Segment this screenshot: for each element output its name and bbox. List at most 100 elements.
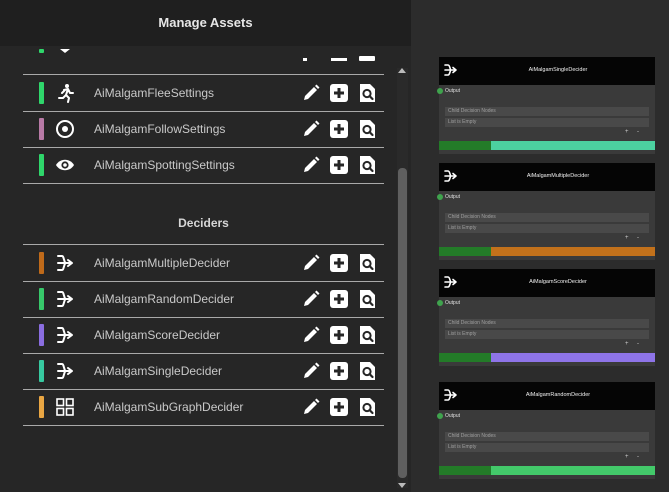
- list-remove-button[interactable]: -: [637, 129, 639, 135]
- scroll-up-arrow-icon[interactable]: [398, 68, 406, 73]
- output-port[interactable]: [437, 413, 443, 419]
- add-icon[interactable]: [329, 325, 349, 345]
- find-asset-icon[interactable]: [357, 119, 377, 139]
- node-stripe-left: [439, 466, 491, 475]
- edit-icon[interactable]: [301, 119, 321, 139]
- add-icon[interactable]: [329, 58, 349, 61]
- list-item[interactable]: AiMalgamSubGraphDecider: [23, 389, 384, 425]
- field-label: Child Decision Nodes: [448, 320, 496, 326]
- row-actions: [301, 83, 381, 103]
- node-title: AiMalgamMultipleDecider: [526, 173, 590, 179]
- find-asset-icon[interactable]: [357, 289, 377, 309]
- asset-name-label: AiMalgamRandomDecider: [94, 292, 235, 306]
- add-icon[interactable]: [329, 253, 349, 273]
- field-value: List is Empty: [448, 444, 477, 450]
- find-asset-icon[interactable]: [357, 325, 377, 345]
- add-icon[interactable]: [329, 397, 349, 417]
- graph-node[interactable]: AiMalgamSingleDecider Output Child Decisio…: [437, 57, 655, 154]
- graph-preview-panel[interactable]: AiMalgamSingleDecider Output Child Decisio…: [411, 0, 669, 492]
- graph-node[interactable]: AiMalgamScoreDecider Output Child Decision…: [437, 269, 655, 366]
- edit-icon[interactable]: [301, 253, 321, 273]
- add-icon[interactable]: [329, 83, 349, 103]
- row-actions: [301, 253, 381, 273]
- list-remove-button[interactable]: -: [637, 454, 639, 460]
- eye-icon: [56, 159, 74, 171]
- target-circle-icon: [56, 120, 74, 138]
- type-color-bar: [39, 118, 44, 140]
- node-title: AiMalgamRandomDecider: [525, 392, 591, 398]
- list-remove-button[interactable]: -: [637, 341, 639, 347]
- decision-split-icon: [57, 291, 73, 307]
- manage-assets-panel: Manage Assets AiMalgamFleeSettings AiMalg…: [0, 0, 411, 492]
- node-type-stripe: [491, 353, 655, 362]
- list-item[interactable]: AiMalgamFollowSettings: [23, 111, 384, 147]
- asset-name-label: AiMalgamSpottingSettings: [94, 158, 235, 172]
- edit-icon[interactable]: [301, 325, 321, 345]
- edit-icon[interactable]: [301, 155, 321, 175]
- running-person-icon: [58, 84, 74, 103]
- node-type-stripe: [491, 247, 655, 256]
- list-item[interactable]: AiMalgamMultipleDecider: [23, 245, 384, 281]
- row-actions: [301, 397, 381, 417]
- scrollbar-thumb[interactable]: [398, 168, 407, 478]
- node-header[interactable]: AiMalgamScoreDecider: [439, 269, 655, 297]
- list-remove-button[interactable]: -: [637, 235, 639, 241]
- find-asset-icon[interactable]: [357, 253, 377, 273]
- add-icon[interactable]: [329, 289, 349, 309]
- list-add-remove: + -: [621, 341, 647, 348]
- output-port[interactable]: [437, 300, 443, 306]
- list-scrollbar[interactable]: [397, 68, 408, 488]
- list-add-button[interactable]: +: [625, 235, 629, 241]
- field-value: List is Empty: [448, 225, 477, 231]
- row-actions: [301, 119, 381, 139]
- edit-icon[interactable]: [301, 361, 321, 381]
- list-empty-field: List is Empty: [445, 443, 649, 452]
- asset-list[interactable]: AiMalgamFleeSettings AiMalgamFollowSettin…: [0, 46, 396, 492]
- list-add-button[interactable]: +: [625, 454, 629, 460]
- decision-split-icon: [444, 389, 457, 401]
- find-asset-icon[interactable]: [357, 397, 377, 417]
- section-title-deciders: Deciders: [178, 216, 229, 230]
- graph-node[interactable]: AiMalgamMultipleDecider Output Child Decis…: [437, 163, 655, 260]
- add-icon[interactable]: [329, 119, 349, 139]
- node-header[interactable]: AiMalgamSingleDecider: [439, 57, 655, 85]
- decision-split-icon: [57, 363, 73, 379]
- scroll-down-arrow-icon[interactable]: [398, 483, 406, 488]
- edit-icon[interactable]: [301, 83, 321, 103]
- output-port[interactable]: [437, 88, 443, 94]
- list-item[interactable]: AiMalgamSpottingSettings: [23, 147, 384, 183]
- find-asset-icon[interactable]: [357, 155, 377, 175]
- field-label: Child Decision Nodes: [448, 108, 496, 114]
- node-type-stripe: [491, 141, 655, 150]
- node-stripe-left: [439, 141, 491, 150]
- child-decision-nodes-field: Child Decision Nodes: [445, 319, 649, 328]
- list-add-button[interactable]: +: [625, 341, 629, 347]
- row-actions: [301, 361, 381, 381]
- find-asset-icon[interactable]: [357, 361, 377, 381]
- list-item[interactable]: AiMalgamScoreDecider: [23, 317, 384, 353]
- list-item[interactable]: AiMalgamSingleDecider: [23, 353, 384, 389]
- list-item[interactable]: AiMalgamRandomDecider: [23, 281, 384, 317]
- field-label: Child Decision Nodes: [448, 433, 496, 439]
- chevron-down-icon: [60, 49, 70, 53]
- list-add-button[interactable]: +: [625, 129, 629, 135]
- edit-icon[interactable]: [301, 58, 321, 61]
- add-icon[interactable]: [329, 155, 349, 175]
- graph-node[interactable]: AiMalgamRandomDecider Output Child Decisio…: [437, 382, 655, 479]
- row-actions: [301, 325, 381, 345]
- find-asset-icon[interactable]: [357, 83, 377, 103]
- grid-squares-icon: [56, 398, 74, 416]
- edit-icon[interactable]: [301, 397, 321, 417]
- list-item[interactable]: AiMalgamFleeSettings: [23, 75, 384, 111]
- node-header[interactable]: AiMalgamRandomDecider: [439, 382, 655, 410]
- output-port[interactable]: [437, 194, 443, 200]
- add-icon[interactable]: [329, 361, 349, 381]
- row-actions: [301, 289, 381, 309]
- list-item[interactable]: [23, 46, 384, 64]
- node-header[interactable]: AiMalgamMultipleDecider: [439, 163, 655, 191]
- edit-icon[interactable]: [301, 289, 321, 309]
- asset-name-label: AiMalgamSingleDecider: [94, 364, 223, 378]
- search-icon[interactable]: [357, 56, 377, 61]
- child-decision-nodes-field: Child Decision Nodes: [445, 107, 649, 116]
- child-decision-nodes-field: Child Decision Nodes: [445, 213, 649, 222]
